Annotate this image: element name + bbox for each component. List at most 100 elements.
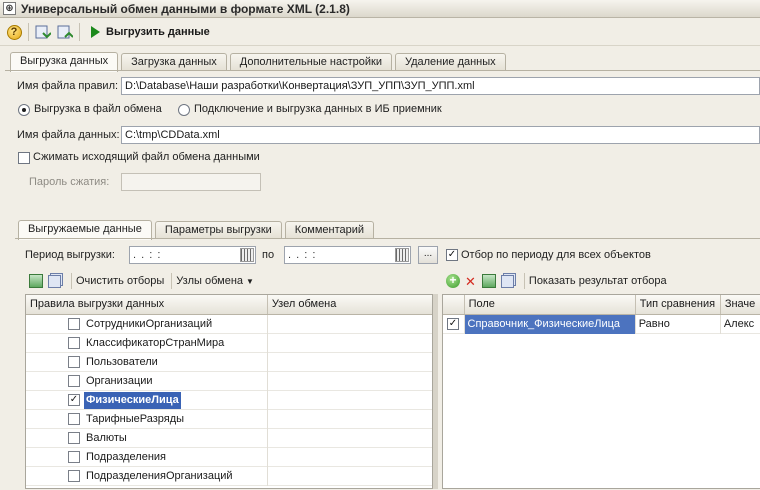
rule-checkbox[interactable] xyxy=(68,451,80,463)
node-cell[interactable] xyxy=(268,353,432,372)
period-label: Период выгрузки: xyxy=(25,249,115,261)
chevron-down-icon: ▼ xyxy=(246,277,254,286)
add-icon[interactable]: + xyxy=(446,274,460,288)
column-header-node[interactable]: Узел обмена xyxy=(268,295,432,314)
period-select-button[interactable]: ... xyxy=(418,246,438,264)
filter-checkbox[interactable]: ✓ xyxy=(447,318,459,330)
node-cell[interactable] xyxy=(268,391,432,410)
rule-checkbox[interactable] xyxy=(68,356,80,368)
password-input[interactable] xyxy=(121,173,261,191)
data-file-input[interactable]: C:\tmp\CDData.xml xyxy=(121,126,760,144)
filter-compare-cell[interactable]: Равно xyxy=(636,315,721,334)
filter-grid: Поле Тип сравнения Значе ✓ Справочник_Физ… xyxy=(442,294,760,489)
radio-connect-to-ib[interactable] xyxy=(178,104,190,116)
table-row[interactable]: ✓ Справочник_ФизическиеЛица Равно Алекс xyxy=(443,315,760,334)
grid-header: Поле Тип сравнения Значе xyxy=(443,295,760,315)
rule-checkbox[interactable] xyxy=(68,337,80,349)
table-row[interactable]: Подразделения xyxy=(26,448,432,467)
filter-field-cell[interactable]: Справочник_ФизическиеЛица xyxy=(464,315,636,334)
grid-header: Правила выгрузки данных Узел обмена xyxy=(26,295,432,315)
table-row[interactable]: Пользователи xyxy=(26,353,432,372)
save-settings-button[interactable] xyxy=(56,23,74,41)
table-row[interactable]: Валюты xyxy=(26,429,432,448)
tab-advanced[interactable]: Дополнительные настройки xyxy=(229,53,392,71)
column-header-rules[interactable]: Правила выгрузки данных xyxy=(26,295,268,314)
rule-cell: СотрудникиОрганизаций xyxy=(26,315,268,334)
rule-checkbox[interactable]: ✓ xyxy=(68,394,80,406)
node-cell[interactable] xyxy=(268,334,432,353)
clear-filters-button[interactable]: Очистить отборы xyxy=(76,275,164,287)
tab-import[interactable]: Загрузка данных xyxy=(121,53,227,71)
period-to-input[interactable]: . . : : xyxy=(284,246,411,264)
table-row[interactable]: ✓ ФизическиеЛица xyxy=(26,391,432,410)
check-all-icon[interactable] xyxy=(481,274,496,288)
tab-export[interactable]: Выгрузка данных xyxy=(10,52,119,72)
copy-icon[interactable] xyxy=(500,274,514,288)
play-icon xyxy=(91,26,100,38)
tab-export-params[interactable]: Параметры выгрузки xyxy=(154,221,282,239)
show-filter-result-button[interactable]: Показать результат отбора xyxy=(529,275,667,287)
rules-file-input[interactable]: D:\Database\Наши разработки\Конвертация\… xyxy=(121,77,760,95)
help-button[interactable]: ? xyxy=(5,23,23,41)
period-from-input[interactable]: . . : : xyxy=(129,246,256,264)
rule-checkbox[interactable] xyxy=(68,413,80,425)
vertical-splitter[interactable] xyxy=(433,294,438,489)
node-cell[interactable] xyxy=(268,467,432,486)
data-file-label: Имя файла данных: xyxy=(17,129,120,141)
rules-file-label: Имя файла правил: xyxy=(17,80,119,92)
node-cell[interactable] xyxy=(268,448,432,467)
filter-all-objects-label: Отбор по периоду для всех объектов xyxy=(461,249,651,261)
calendar-icon[interactable] xyxy=(395,248,409,262)
filter-value-cell[interactable]: Алекс xyxy=(721,315,760,334)
window-menu-icon[interactable]: ⊕ xyxy=(3,2,16,15)
export-rules-grid: Правила выгрузки данных Узел обмена Сотр… xyxy=(25,294,433,489)
rule-name: СотрудникиОрганизаций xyxy=(86,318,213,330)
table-row[interactable]: КлассификаторСтранМира xyxy=(26,334,432,353)
rule-cell: Подразделения xyxy=(26,448,268,467)
node-cell[interactable] xyxy=(268,372,432,391)
tab-exported-data[interactable]: Выгружаемые данные xyxy=(18,220,152,240)
tab-comment[interactable]: Комментарий xyxy=(284,221,375,239)
period-to-label: по xyxy=(262,249,275,261)
table-row[interactable]: СотрудникиОрганизаций xyxy=(26,315,432,334)
node-cell[interactable] xyxy=(268,410,432,429)
node-cell[interactable] xyxy=(268,429,432,448)
load-settings-button[interactable] xyxy=(34,23,52,41)
column-header-value[interactable]: Значе xyxy=(721,295,760,314)
help-icon: ? xyxy=(6,24,22,40)
rule-checkbox[interactable] xyxy=(68,432,80,444)
tab-delete[interactable]: Удаление данных xyxy=(394,53,506,71)
rule-name: Пользователи xyxy=(86,356,158,368)
radio-connect-to-ib-label: Подключение и выгрузка данных в ИБ прием… xyxy=(194,103,442,115)
rule-checkbox[interactable] xyxy=(68,470,80,482)
rule-cell: ТарифныеРазряды xyxy=(26,410,268,429)
toolbar-separator xyxy=(171,273,173,289)
delete-icon[interactable]: ✕ xyxy=(465,275,476,288)
compress-checkbox[interactable] xyxy=(18,152,30,164)
export-data-button[interactable]: Выгрузить данные xyxy=(91,26,210,38)
column-header-compare[interactable]: Тип сравнения xyxy=(636,295,721,314)
rule-name: ТарифныеРазряды xyxy=(86,413,185,425)
exchange-nodes-button[interactable]: Узлы обмена ▼ xyxy=(176,275,254,287)
rule-checkbox[interactable] xyxy=(68,318,80,330)
check-all-icon[interactable] xyxy=(29,274,43,288)
copy-icon[interactable] xyxy=(48,274,61,288)
node-cell[interactable] xyxy=(268,315,432,334)
table-row[interactable]: ТарифныеРазряды xyxy=(26,410,432,429)
rule-cell: Валюты xyxy=(26,429,268,448)
table-row[interactable]: ПодразделенияОрганизаций xyxy=(26,467,432,486)
rule-cell: Пользователи xyxy=(26,353,268,372)
radio-export-to-file[interactable] xyxy=(18,104,30,116)
filter-check-cell: ✓ xyxy=(443,315,465,334)
export-data-label: Выгрузить данные xyxy=(106,26,210,38)
table-row[interactable]: Организации xyxy=(26,372,432,391)
filter-all-objects-checkbox[interactable]: ✓ xyxy=(446,249,458,261)
grid-body: СотрудникиОрганизаций КлассификаторСтранМ… xyxy=(26,315,432,486)
column-header-field[interactable]: Поле xyxy=(465,295,636,314)
calendar-icon[interactable] xyxy=(240,248,254,262)
rule-checkbox[interactable] xyxy=(68,375,80,387)
exchange-nodes-label: Узлы обмена xyxy=(176,275,244,287)
rule-cell: Организации xyxy=(26,372,268,391)
toolbar-separator xyxy=(79,23,80,41)
rule-name: КлассификаторСтранМира xyxy=(86,337,225,349)
